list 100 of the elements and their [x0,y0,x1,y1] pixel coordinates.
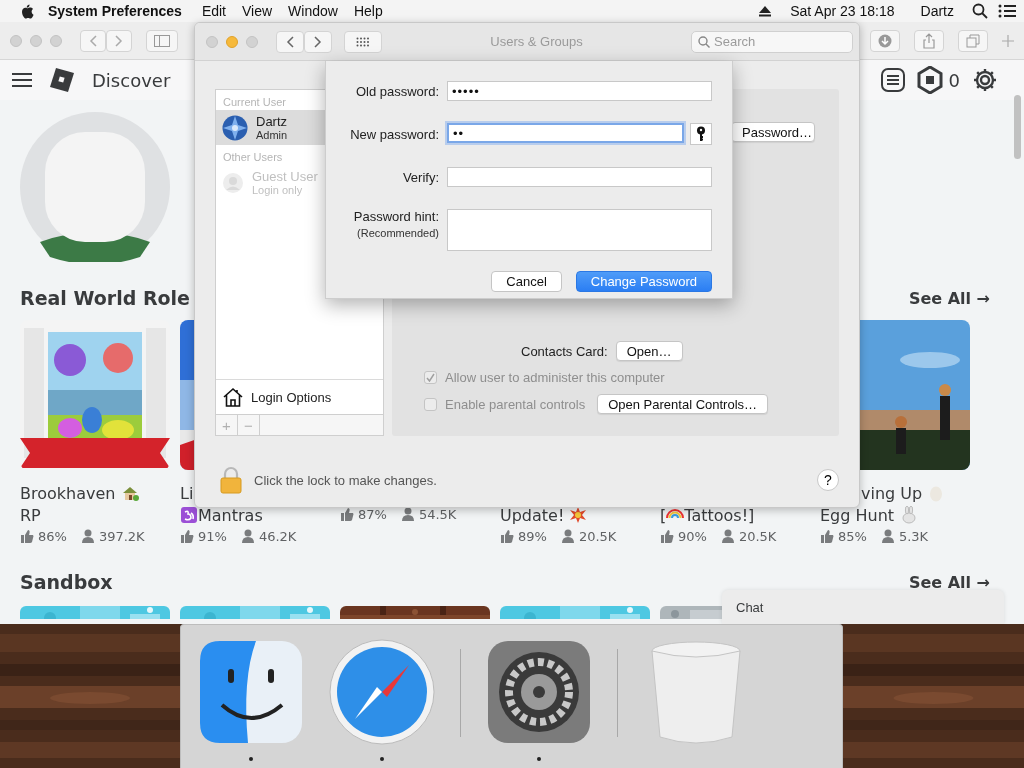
scrollbar[interactable] [1014,95,1021,159]
rating-text: 90% [678,528,707,544]
user-icon [222,114,248,141]
plus-icon[interactable] [1002,34,1014,47]
apple-icon [20,3,34,19]
hint-field[interactable] [447,209,712,251]
chat-bar[interactable]: Chat [722,590,1004,624]
game-title[interactable]: Update! [500,505,570,525]
chevron-icon [314,35,322,48]
window-control[interactable] [226,35,238,48]
window-control[interactable] [246,35,258,48]
forward-button[interactable] [304,30,332,53]
rainbow-icon [666,508,685,518]
rating-text: 85% [838,528,867,544]
thumbs-up-icon [820,529,834,543]
list-heading: Other Users [223,151,283,163]
user-name: Dartz [256,114,288,129]
eject-icon[interactable] [758,5,773,17]
finder-icon[interactable] [198,639,304,745]
login-options-item[interactable]: Login Options [251,389,332,405]
list-icon[interactable] [880,68,905,92]
avatar-icon [20,112,170,262]
lock-icon[interactable] [220,466,242,494]
rating-text: 91% [198,528,227,544]
section-heading: Sandbox [20,571,113,593]
window-control[interactable] [30,34,42,47]
menu-user[interactable]: Dartz [912,3,962,19]
menu-item[interactable]: Window [280,3,346,19]
user-role: Login only [252,183,304,196]
password-field[interactable]: ••••• [447,81,712,101]
menu-icon[interactable] [12,72,32,88]
player-count: 46.2K [258,528,297,544]
logo-icon[interactable] [50,68,74,92]
field-label: Verify: [401,169,439,185]
window-control[interactable] [10,34,22,47]
game-title[interactable]: Li [180,483,194,503]
see-all-link[interactable]: See All → [908,572,990,592]
person-icon [240,529,255,543]
key-button[interactable] [690,123,712,145]
see-all-link[interactable]: See All → [908,288,990,308]
app-menu[interactable]: System Preferences [34,3,194,19]
person-icon [720,529,735,543]
game-title[interactable]: Tattoos!] [684,505,755,525]
thumbs-up-icon [340,507,354,521]
window-control[interactable] [206,35,218,48]
thumbs-up-icon [180,529,194,543]
password-field[interactable]: •• [447,123,684,143]
menu-item[interactable]: Edit [193,3,234,19]
download-button[interactable] [870,29,900,52]
person-icon [400,507,415,521]
user-icon [222,171,244,194]
game-title[interactable]: ving Up [861,483,928,503]
grid-button[interactable] [344,30,382,53]
search-icon[interactable] [972,3,988,19]
cancel-button[interactable]: Cancel [491,271,562,292]
thumbs-up-icon [660,529,674,543]
game-title[interactable]: Brookhaven [20,483,121,503]
search-icon [698,35,710,48]
page-title: Discover [92,69,171,91]
password-field[interactable] [447,167,712,187]
help-button[interactable]: ? [817,469,839,491]
share-button[interactable] [914,29,944,52]
share-icon [923,32,935,49]
rating-text: 89% [518,528,547,544]
back-button[interactable] [276,30,304,53]
sidebar-icon [154,34,170,47]
hexagon-icon[interactable] [916,66,943,94]
password-button[interactable]: Password… [731,122,815,142]
compass-icon[interactable] [329,639,435,745]
thumbs-up-icon [500,529,514,543]
search-field[interactable]: Search [691,30,853,53]
sidebar-button[interactable] [146,29,178,52]
game-title[interactable]: [ [660,505,667,525]
menu-item[interactable]: View [234,3,281,19]
om-icon [180,506,198,524]
window-title: Users & Groups [490,34,583,49]
house-icon [223,387,243,407]
gear-icon[interactable] [486,639,592,745]
user-role: Admin [256,128,288,141]
rating-text: 87% [358,506,387,522]
person-icon [560,529,575,543]
check-icon [426,373,435,382]
grid-icon [356,36,370,47]
list-icon[interactable] [998,4,1016,18]
player-count: 20.5K [578,528,617,544]
game-title[interactable]: RP [20,505,41,525]
tabs-button[interactable] [958,29,988,52]
menu-item[interactable]: Help [345,3,391,19]
field-label: Password hint: [352,209,439,224]
forward-button[interactable] [106,29,132,52]
game-title[interactable]: Mantras [198,505,263,525]
settings-icon[interactable] [972,67,998,93]
back-button[interactable] [80,29,106,52]
thumbs-up-icon [20,529,34,543]
chevron-icon [286,35,294,48]
game-title[interactable]: Egg Hunt [820,505,900,525]
window-control[interactable] [50,34,62,47]
menu-clock[interactable]: Sat Apr 23 18:18 [782,3,903,19]
download-icon [878,33,892,48]
open-button[interactable]: Open… [615,341,683,361]
